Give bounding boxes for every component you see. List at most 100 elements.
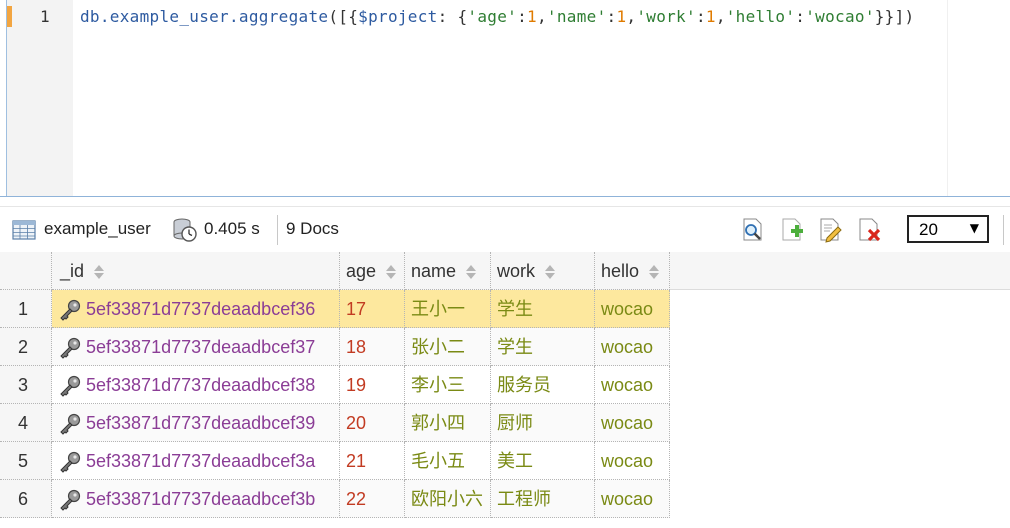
cell-hello[interactable]: wocao [595, 480, 670, 518]
delete-document-icon[interactable] [856, 217, 882, 243]
table-row[interactable]: 3 5ef33871d7737deaadbcef38 19 李小三 服务员 wocao [0, 366, 1010, 404]
code-token: 'wocao' [805, 7, 875, 26]
cell-id[interactable]: 5ef33871d7737deaadbcef3a [52, 442, 340, 480]
document-count: 9 Docs [286, 219, 339, 238]
cell-work[interactable]: 学生 [491, 290, 595, 328]
column-header-work[interactable]: work [491, 252, 595, 290]
code-token: 'hello' [725, 7, 796, 26]
table-row[interactable]: 4 5ef33871d7737deaadbcef39 20 郭小四 厨师 wocao [0, 404, 1010, 442]
sort-icon [94, 265, 105, 280]
cell-id[interactable]: 5ef33871d7737deaadbcef37 [52, 328, 340, 366]
sort-icon [386, 265, 397, 280]
query-editor[interactable]: 1 db.example_user.aggregate([{$project: … [0, 0, 1010, 197]
code-token: , [536, 7, 547, 26]
column-header-id[interactable]: _id [52, 252, 340, 290]
cell-name[interactable]: 张小二 [405, 328, 491, 366]
code-token: 1 [705, 7, 716, 26]
cell-work[interactable]: 服务员 [491, 366, 595, 404]
toolbar-separator [1003, 215, 1004, 245]
column-header-age[interactable]: age [340, 252, 405, 290]
cell-name[interactable]: 毛小五 [405, 442, 491, 480]
cell-work[interactable]: 工程师 [491, 480, 595, 518]
cell-age[interactable]: 19 [340, 366, 405, 404]
cell-id[interactable]: 5ef33871d7737deaadbcef38 [52, 366, 340, 404]
code-line[interactable]: db.example_user.aggregate([{$project: {'… [80, 6, 914, 27]
editor-margin [947, 0, 948, 196]
row-number: 2 [0, 328, 52, 366]
object-id: 5ef33871d7737deaadbcef39 [86, 413, 316, 433]
cell-hello[interactable]: wocao [595, 366, 670, 404]
code-token: 'age' [467, 7, 518, 26]
code-token: 'work' [636, 7, 696, 26]
code-token: : [795, 7, 806, 26]
cell-age[interactable]: 21 [340, 442, 405, 480]
collection-name: example_user [44, 219, 151, 238]
cell-id[interactable]: 5ef33871d7737deaadbcef3b [52, 480, 340, 518]
cell-hello[interactable]: wocao [595, 404, 670, 442]
cell-hello[interactable]: wocao [595, 328, 670, 366]
results-grid: _id age name work hello 1 5ef33871d7737de… [0, 252, 1010, 528]
cell-name[interactable]: 王小一 [405, 290, 491, 328]
cell-age[interactable]: 17 [340, 290, 405, 328]
cell-hello[interactable]: wocao [595, 290, 670, 328]
table-icon [12, 220, 36, 240]
code-token: 1 [527, 7, 537, 26]
code-token: : [517, 7, 528, 26]
cell-age[interactable]: 20 [340, 404, 405, 442]
code-token: db.example_user.aggregate [80, 7, 329, 26]
object-id: 5ef33871d7737deaadbcef38 [86, 375, 316, 395]
key-icon [60, 376, 81, 397]
code-token: ([{ [328, 7, 359, 26]
sort-icon [545, 265, 556, 280]
table-row[interactable]: 5 5ef33871d7737deaadbcef3a 21 毛小五 美工 wocao [0, 442, 1010, 480]
page-size-select[interactable]: 20 ▼ [907, 215, 989, 243]
code-token: , [626, 7, 637, 26]
cell-name[interactable]: 欧阳小六 [405, 480, 491, 518]
column-header-name[interactable]: name [405, 252, 491, 290]
cell-name[interactable]: 李小三 [405, 366, 491, 404]
cell-id[interactable]: 5ef33871d7737deaadbcef36 [52, 290, 340, 328]
grid-header: _id age name work hello [0, 252, 1010, 290]
results-toolbar: example_user 0.405 s 9 Docs 20 ▼ [0, 206, 1010, 254]
cell-name[interactable]: 郭小四 [405, 404, 491, 442]
edit-document-icon[interactable] [817, 217, 843, 243]
code-token: , [715, 7, 726, 26]
cell-work[interactable]: 学生 [491, 328, 595, 366]
code-token: 'name' [546, 7, 607, 26]
execution-time: 0.405 s [204, 219, 260, 238]
code-token: : [606, 7, 617, 26]
cell-id[interactable]: 5ef33871d7737deaadbcef39 [52, 404, 340, 442]
key-icon [60, 452, 81, 473]
code-token: }}]) [874, 7, 915, 26]
object-id: 5ef33871d7737deaadbcef3a [86, 451, 316, 471]
key-icon [60, 300, 81, 321]
line-number: 1 [40, 7, 50, 26]
dropdown-arrow-icon: ▼ [969, 221, 979, 235]
cell-work[interactable]: 美工 [491, 442, 595, 480]
column-header-label: hello [601, 261, 640, 281]
code-token: 1 [616, 7, 627, 26]
key-icon [60, 414, 81, 435]
cell-age[interactable]: 22 [340, 480, 405, 518]
toolbar-separator [277, 215, 278, 245]
add-document-icon[interactable] [779, 217, 805, 243]
code-token: : { [437, 7, 468, 26]
row-number: 5 [0, 442, 52, 480]
table-row[interactable]: 6 5ef33871d7737deaadbcef3b 22 欧阳小六 工程师 wocao [0, 480, 1010, 518]
current-line-marker [7, 6, 12, 27]
sort-icon [466, 265, 477, 280]
table-row[interactable]: 2 5ef33871d7737deaadbcef37 18 张小二 学生 wocao [0, 328, 1010, 366]
row-number: 6 [0, 480, 52, 518]
table-row[interactable]: 1 5ef33871d7737deaadbcef36 17 王小一 学生 wocao [0, 290, 1010, 328]
column-header-hello[interactable]: hello [595, 252, 670, 290]
editor-gutter [7, 0, 73, 196]
row-number: 1 [0, 290, 52, 328]
timer-icon [173, 218, 197, 242]
object-id: 5ef33871d7737deaadbcef37 [86, 337, 316, 357]
find-icon[interactable] [740, 217, 766, 243]
cell-work[interactable]: 厨师 [491, 404, 595, 442]
key-icon [60, 338, 81, 359]
cell-hello[interactable]: wocao [595, 442, 670, 480]
column-header-label: age [346, 261, 377, 281]
cell-age[interactable]: 18 [340, 328, 405, 366]
